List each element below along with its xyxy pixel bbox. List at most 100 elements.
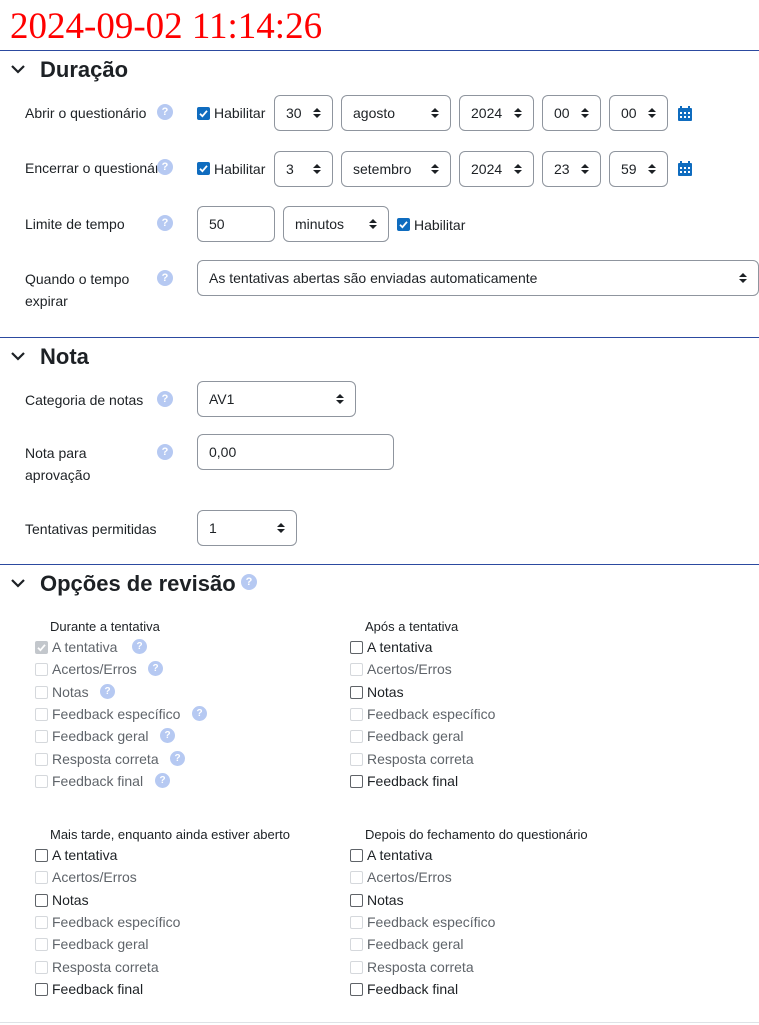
encerrar-year-select[interactable]: 2024 bbox=[459, 151, 534, 187]
bottom-divider bbox=[0, 1022, 759, 1023]
tentativas-select[interactable]: 1 bbox=[197, 510, 297, 546]
review-option-checkbox bbox=[35, 960, 48, 974]
field-label-limite: Limite de tempo bbox=[25, 216, 125, 232]
encerrar-month-select[interactable]: setembro bbox=[341, 151, 451, 187]
abrir-day-select[interactable]: 30 bbox=[274, 95, 333, 131]
review-group-title: Depois do fechamento do questionário bbox=[365, 827, 588, 842]
section-title-duracao[interactable]: Duração bbox=[40, 57, 128, 83]
review-group-title: Durante a tentativa bbox=[50, 619, 160, 634]
abrir-enable-checkbox[interactable] bbox=[197, 107, 210, 120]
review-option-checkbox bbox=[35, 774, 48, 788]
help-icon[interactable]: ? bbox=[155, 772, 170, 788]
help-icon[interactable]: ? bbox=[157, 270, 173, 286]
review-option-label: Notas bbox=[52, 683, 89, 700]
review-option-checkbox[interactable] bbox=[350, 849, 363, 862]
review-option-label: Feedback geral bbox=[367, 936, 464, 953]
review-option-label: Notas bbox=[367, 891, 404, 908]
categoria-select[interactable]: AV1 bbox=[197, 381, 356, 417]
limite-unit-value: minutos bbox=[295, 216, 345, 232]
review-option-label: Feedback geral bbox=[52, 728, 149, 745]
help-icon[interactable]: ? bbox=[148, 661, 163, 677]
abrir-year-select[interactable]: 2024 bbox=[459, 95, 534, 131]
help-icon[interactable]: ? bbox=[157, 215, 173, 231]
limite-unit-select[interactable]: minutos bbox=[283, 206, 389, 242]
encerrar-enable-label: Habilitar bbox=[214, 161, 266, 177]
review-option-checkbox[interactable] bbox=[350, 982, 363, 996]
review-option-checkbox[interactable] bbox=[35, 849, 48, 862]
chevron-down-icon[interactable] bbox=[10, 575, 26, 591]
help-icon[interactable]: ? bbox=[157, 104, 173, 120]
help-icon[interactable]: ? bbox=[192, 705, 207, 721]
select-arrows-icon bbox=[739, 273, 747, 283]
help-icon[interactable]: ? bbox=[132, 639, 147, 654]
abrir-minute-value: 00 bbox=[621, 105, 637, 121]
field-label-encerrar: Encerrar o questionário bbox=[25, 160, 171, 176]
review-option-checkbox bbox=[35, 871, 48, 885]
categoria-value: AV1 bbox=[209, 391, 235, 407]
section-title-revisao[interactable]: Opções de revisão bbox=[40, 571, 236, 597]
select-arrows-icon bbox=[648, 108, 656, 118]
help-icon[interactable]: ? bbox=[157, 159, 173, 175]
select-arrows-icon bbox=[581, 164, 589, 174]
encerrar-hour-value: 23 bbox=[554, 161, 570, 177]
field-label-aprovacao: Nota para aprovação bbox=[25, 445, 91, 483]
review-option-checkbox[interactable] bbox=[350, 774, 363, 788]
abrir-minute-select[interactable]: 00 bbox=[609, 95, 668, 131]
abrir-enable-label: Habilitar bbox=[214, 105, 266, 121]
help-icon[interactable]: ? bbox=[157, 391, 173, 407]
review-option-checkbox bbox=[35, 663, 48, 677]
help-icon[interactable]: ? bbox=[160, 728, 175, 744]
encerrar-year-value: 2024 bbox=[471, 161, 503, 177]
abrir-hour-select[interactable]: 00 bbox=[542, 95, 601, 131]
abrir-day-value: 30 bbox=[286, 105, 302, 121]
limite-value-input[interactable]: 50 bbox=[197, 206, 275, 242]
chevron-down-icon[interactable] bbox=[10, 348, 26, 364]
review-option-label: Feedback final bbox=[367, 980, 459, 997]
select-arrows-icon bbox=[277, 523, 285, 533]
field-label-abrir: Abrir o questionário bbox=[25, 105, 147, 121]
help-icon[interactable]: ? bbox=[170, 750, 185, 766]
review-option-label: Resposta correta bbox=[367, 958, 474, 975]
limite-enable-checkbox[interactable] bbox=[397, 218, 410, 231]
help-icon[interactable]: ? bbox=[157, 444, 173, 460]
section-title-nota[interactable]: Nota bbox=[40, 344, 89, 370]
chevron-down-icon[interactable] bbox=[10, 61, 26, 77]
review-option-checkbox[interactable] bbox=[35, 982, 48, 996]
review-option-checkbox bbox=[35, 641, 48, 654]
review-option-label: Feedback específico bbox=[367, 913, 496, 930]
encerrar-day-select[interactable]: 3 bbox=[274, 151, 333, 187]
calendar-icon[interactable] bbox=[678, 106, 692, 121]
aprovacao-input[interactable]: 0,00 bbox=[197, 434, 394, 470]
encerrar-day-value: 3 bbox=[286, 161, 294, 177]
review-option-checkbox bbox=[35, 915, 48, 929]
review-option-checkbox bbox=[350, 915, 363, 929]
calendar-icon[interactable] bbox=[678, 161, 692, 176]
encerrar-enable-checkbox[interactable] bbox=[197, 162, 210, 175]
review-option-checkbox bbox=[35, 938, 48, 952]
help-icon[interactable]: ? bbox=[100, 683, 115, 699]
review-option-checkbox bbox=[350, 730, 363, 744]
review-option-checkbox bbox=[350, 938, 363, 952]
select-arrows-icon bbox=[313, 164, 321, 174]
review-option-label: Feedback final bbox=[367, 772, 459, 789]
review-option-label: Resposta correta bbox=[367, 750, 474, 767]
review-option-checkbox bbox=[35, 707, 48, 721]
limite-value: 50 bbox=[209, 216, 225, 232]
select-arrows-icon bbox=[514, 164, 522, 174]
review-option-label: Feedback final bbox=[52, 772, 144, 789]
review-option-checkbox[interactable] bbox=[35, 893, 48, 907]
review-option-checkbox[interactable] bbox=[350, 641, 363, 654]
help-icon[interactable]: ? bbox=[241, 574, 257, 590]
encerrar-minute-select[interactable]: 59 bbox=[609, 151, 668, 187]
review-option-checkbox[interactable] bbox=[350, 685, 363, 699]
review-group-title: Mais tarde, enquanto ainda estiver abert… bbox=[50, 827, 290, 842]
expirar-select[interactable]: As tentativas abertas são enviadas autom… bbox=[197, 260, 759, 296]
section-divider bbox=[0, 564, 759, 565]
review-option-checkbox[interactable] bbox=[350, 893, 363, 907]
field-label-tentativas: Tentativas permitidas bbox=[25, 521, 157, 537]
abrir-month-select[interactable]: agosto bbox=[341, 95, 451, 131]
review-option-label: Acertos/Erros bbox=[52, 869, 137, 886]
field-label-categoria: Categoria de notas bbox=[25, 392, 144, 408]
encerrar-hour-select[interactable]: 23 bbox=[542, 151, 601, 187]
select-arrows-icon bbox=[431, 108, 439, 118]
